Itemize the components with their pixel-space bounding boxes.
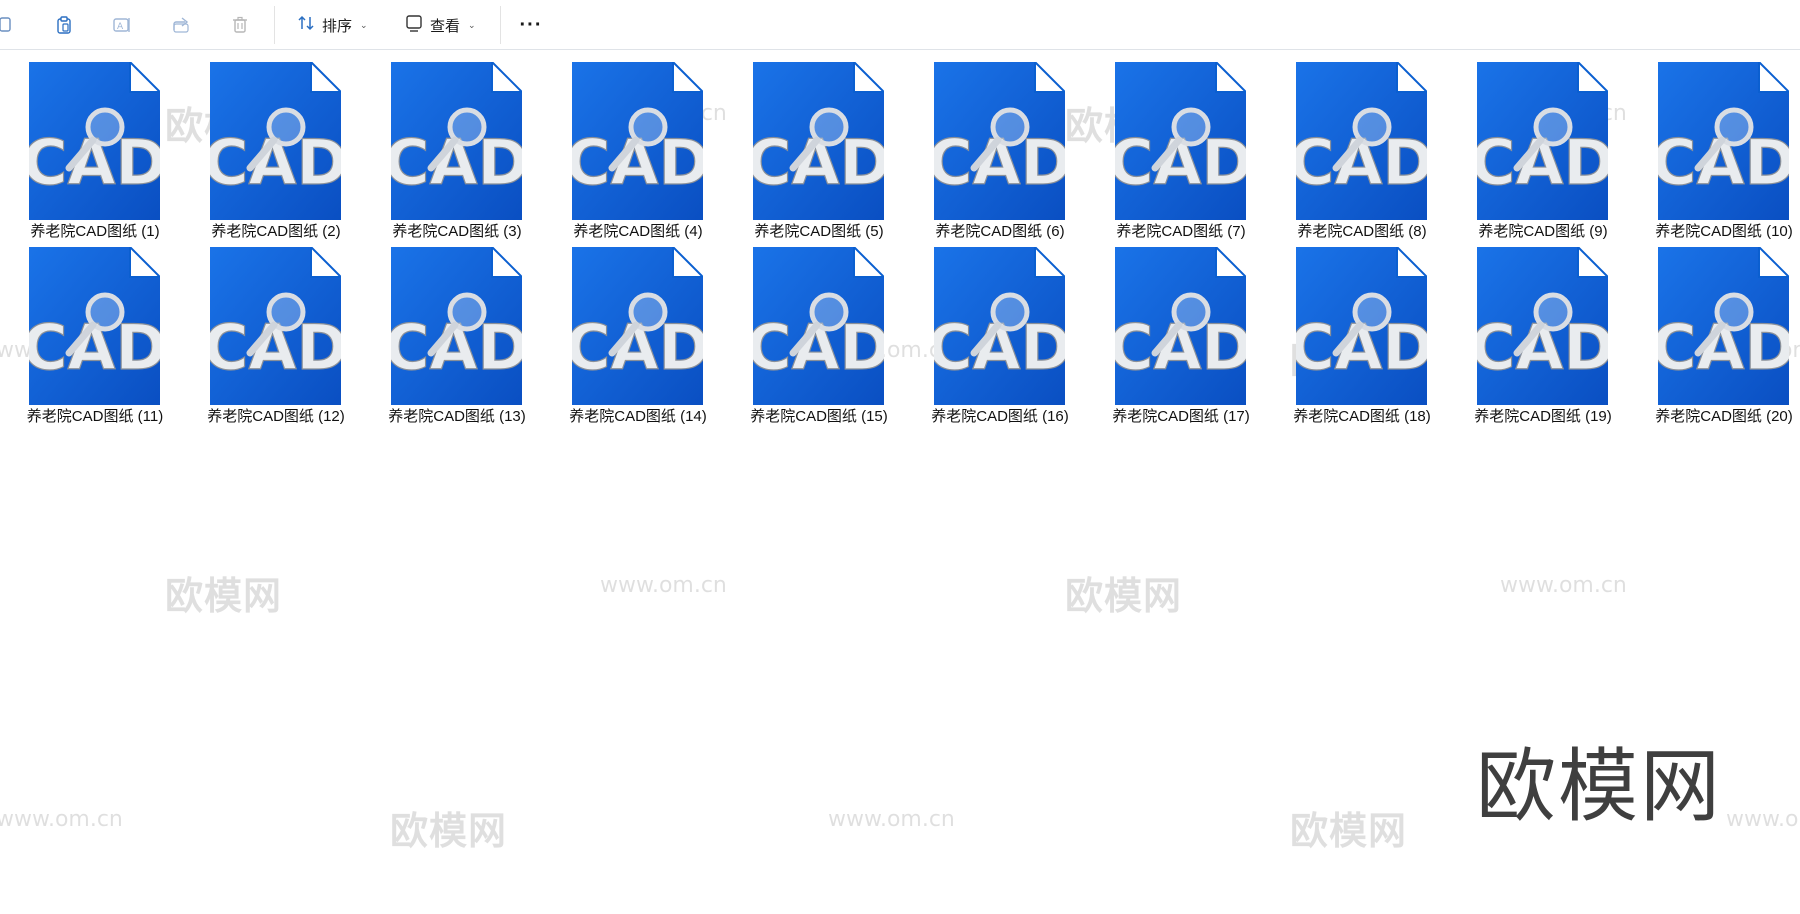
more-options-button[interactable]: ··· xyxy=(511,9,551,41)
chevron-down-icon: ⌄ xyxy=(360,19,368,30)
watermark-text: www.om.cn xyxy=(1500,573,1627,598)
file-item[interactable]: CAD 养老院CAD图纸 (16) xyxy=(905,247,1069,431)
view-button[interactable]: 查看 ⌄ xyxy=(398,9,482,41)
cad-file-icon: CAD xyxy=(1658,62,1789,220)
watermark-logo: 欧模网 xyxy=(1476,740,1722,833)
file-item[interactable]: CAD 养老院CAD图纸 (13) xyxy=(362,247,526,431)
file-item[interactable]: CAD 养老院CAD图纸 (2) xyxy=(181,62,341,246)
cad-file-icon: CAD xyxy=(1115,247,1246,405)
file-name-label: 养老院CAD图纸 (10) xyxy=(1655,223,1793,240)
file-item[interactable]: CAD 养老院CAD图纸 (5) xyxy=(724,62,884,246)
sort-button[interactable]: 排序 ⌄ xyxy=(290,9,374,41)
cad-file-icon: CAD xyxy=(1477,62,1608,220)
cad-file-icon: CAD xyxy=(1658,247,1789,405)
watermark-text: www.om.cn xyxy=(600,573,727,598)
sort-icon xyxy=(296,13,316,37)
cad-file-icon: CAD xyxy=(1296,247,1427,405)
watermark-text: 欧模网 xyxy=(1065,574,1183,618)
cad-file-icon: CAD xyxy=(29,247,160,405)
chevron-down-icon: ⌄ xyxy=(468,19,476,30)
watermark-text: www.om.cn xyxy=(0,807,123,832)
file-explorer-window: A 排序 ⌄ 查看 ⌄ ··· www.om.cn 欧模网 www.om.cn … xyxy=(0,0,1800,914)
cad-file-icon: CAD xyxy=(572,62,703,220)
cad-file-icon: CAD xyxy=(934,247,1065,405)
view-label: 查看 xyxy=(430,17,461,35)
cad-file-icon: CAD xyxy=(1296,62,1427,220)
file-item[interactable]: CAD 养老院CAD图纸 (17) xyxy=(1086,247,1250,431)
paste-icon[interactable] xyxy=(48,9,80,41)
file-item[interactable]: CAD 养老院CAD图纸 (4) xyxy=(543,62,703,246)
cad-file-icon: CAD xyxy=(572,247,703,405)
file-item[interactable]: CAD 养老院CAD图纸 (9) xyxy=(1448,62,1608,246)
file-item[interactable]: CAD 养老院CAD图纸 (18) xyxy=(1267,247,1431,431)
delete-icon[interactable] xyxy=(224,9,256,41)
watermark-text: 欧模网 xyxy=(390,809,508,853)
svg-text:A: A xyxy=(117,22,124,32)
file-item[interactable]: CAD 养老院CAD图纸 (6) xyxy=(905,62,1065,246)
file-item[interactable]: CAD 养老院CAD图纸 (10) xyxy=(1629,62,1793,246)
file-item[interactable]: CAD 养老院CAD图纸 (3) xyxy=(362,62,522,246)
toolbar-divider xyxy=(500,6,501,44)
file-name-label: 养老院CAD图纸 (20) xyxy=(1655,408,1793,425)
watermark-text: www.om.cn xyxy=(828,807,955,832)
cad-file-icon: CAD xyxy=(29,62,160,220)
file-item[interactable]: CAD 养老院CAD图纸 (15) xyxy=(724,247,888,431)
file-item[interactable]: CAD 养老院CAD图纸 (7) xyxy=(1086,62,1246,246)
cad-file-icon: CAD xyxy=(753,247,884,405)
sort-label: 排序 xyxy=(322,17,353,35)
rename-icon[interactable]: A xyxy=(106,9,138,41)
file-item[interactable]: CAD 养老院CAD图纸 (8) xyxy=(1267,62,1427,246)
toolbar-divider xyxy=(274,6,275,44)
file-item[interactable]: CAD 养老院CAD图纸 (11) xyxy=(0,247,163,431)
cad-file-icon: CAD xyxy=(1477,247,1608,405)
file-item[interactable]: CAD 养老院CAD图纸 (19) xyxy=(1448,247,1612,431)
file-item[interactable]: CAD 养老院CAD图纸 (1) xyxy=(0,62,160,246)
file-item[interactable]: CAD 养老院CAD图纸 (20) xyxy=(1629,247,1793,431)
file-item[interactable]: CAD 养老院CAD图纸 (12) xyxy=(181,247,345,431)
cad-file-icon: CAD xyxy=(391,62,522,220)
copy-icon[interactable] xyxy=(0,9,22,41)
cad-file-icon: CAD xyxy=(391,247,522,405)
cad-file-icon: CAD xyxy=(210,62,341,220)
cad-file-icon: CAD xyxy=(753,62,884,220)
file-item[interactable]: CAD 养老院CAD图纸 (14) xyxy=(543,247,707,431)
cad-file-icon: CAD xyxy=(934,62,1065,220)
watermark-text: www.om.cn xyxy=(1726,807,1800,832)
cad-file-icon: CAD xyxy=(1115,62,1246,220)
cad-file-icon: CAD xyxy=(210,247,341,405)
share-icon[interactable] xyxy=(165,9,197,41)
view-icon xyxy=(404,13,424,37)
command-bar: A 排序 ⌄ 查看 ⌄ ··· xyxy=(0,0,1800,50)
watermark-text: 欧模网 xyxy=(165,574,283,618)
watermark-text: 欧模网 xyxy=(1290,809,1408,853)
